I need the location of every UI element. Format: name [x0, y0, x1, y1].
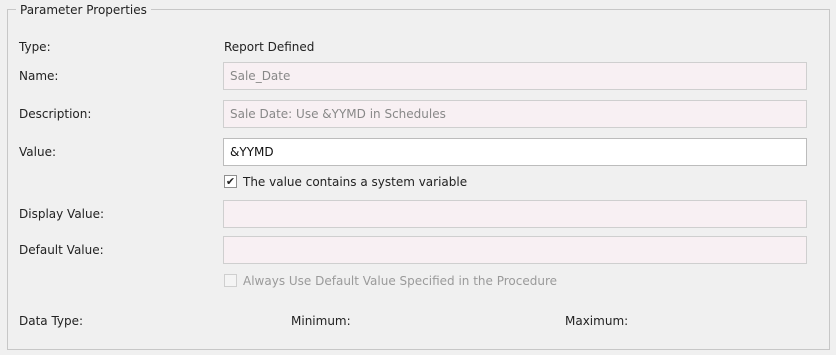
display-value-field[interactable] — [223, 200, 807, 228]
description-label: Description: — [19, 107, 92, 121]
always-use-default-checkbox-label[interactable]: Always Use Default Value Specified in th… — [243, 272, 557, 290]
default-value-label: Default Value: — [19, 243, 104, 257]
type-value: Report Defined — [224, 40, 315, 54]
group-border-dash — [9, 9, 15, 10]
type-label: Type: — [19, 40, 51, 54]
minimum-label: Minimum: — [291, 314, 351, 328]
name-label: Name: — [19, 69, 59, 83]
default-value-field[interactable] — [223, 236, 807, 264]
data-type-label: Data Type: — [19, 314, 84, 328]
checkmark-icon[interactable]: ✔ — [224, 175, 237, 188]
display-value-label: Display Value: — [19, 207, 105, 221]
value-label: Value: — [19, 145, 56, 159]
maximum-label: Maximum: — [565, 314, 629, 328]
system-variable-checkbox-label[interactable]: The value contains a system variable — [243, 173, 467, 191]
value-field[interactable]: &YYMD — [223, 138, 807, 166]
always-use-default-checkbox[interactable] — [224, 274, 237, 287]
group-title: Parameter Properties — [16, 2, 151, 18]
description-field[interactable]: Sale Date: Use &YYMD in Schedules — [223, 100, 807, 128]
name-field[interactable]: Sale_Date — [223, 62, 807, 90]
